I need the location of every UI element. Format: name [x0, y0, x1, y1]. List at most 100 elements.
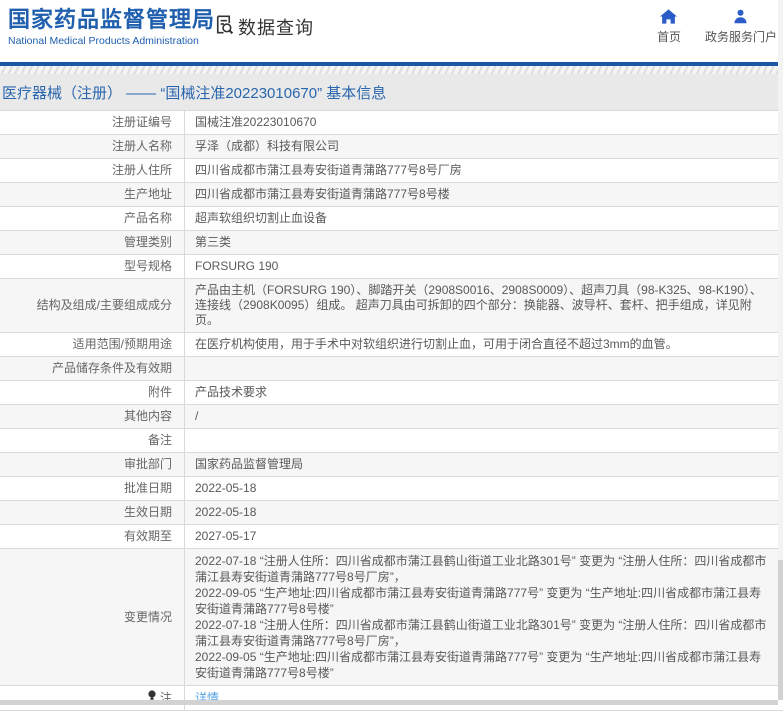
- page-header: 国家药品监督管理局 National Medical Products Admi…: [0, 0, 783, 62]
- row-label: 产品名称: [0, 207, 185, 230]
- table-row: 有效期至 2027-05-17: [0, 525, 783, 549]
- table-row: 产品储存条件及有效期: [0, 357, 783, 381]
- row-label: 变更情况: [0, 549, 185, 685]
- row-value-text: FORSURG 190: [195, 259, 279, 273]
- table-row: 备注: [0, 429, 783, 453]
- row-label-text: 生效日期: [123, 505, 172, 519]
- row-value-text: 孚泽（成都）科技有限公司: [195, 139, 340, 153]
- row-value-text: 2022-05-18: [195, 481, 257, 495]
- vertical-scrollbar[interactable]: [778, 0, 783, 700]
- horizontal-scrollbar[interactable]: [0, 700, 778, 705]
- table-row: 生效日期 2022-05-18: [0, 501, 783, 525]
- row-value: 2022-07-18 “注册人住所：四川省成都市蒲江县鹤山街道工业北路301号”…: [185, 549, 783, 685]
- row-label-text: 结构及组成/主要组成成分: [36, 298, 172, 312]
- table-row: 审批部门 国家药品监督管理局: [0, 453, 783, 477]
- row-value: 第三类: [185, 231, 783, 254]
- row-label: 注册人住所: [0, 159, 185, 182]
- row-label-text: 变更情况: [123, 609, 172, 624]
- row-value: 四川省成都市蒲江县寿安街道青蒲路777号8号楼: [185, 183, 783, 206]
- nmpa-logo[interactable]: 国家药品监督管理局 National Medical Products Admi…: [8, 7, 215, 47]
- row-value: 2022-05-18: [185, 477, 783, 500]
- row-label: 注册证编号: [0, 111, 185, 134]
- row-label: 生效日期: [0, 501, 185, 524]
- row-label: 管理类别: [0, 231, 185, 254]
- table-row: 型号规格 FORSURG 190: [0, 255, 783, 279]
- row-label: 有效期至: [0, 525, 185, 548]
- row-label-text: 其他内容: [123, 409, 172, 423]
- row-label: 型号规格: [0, 255, 185, 278]
- row-label: 其他内容: [0, 405, 185, 428]
- row-value: /: [185, 405, 783, 428]
- row-label: 审批部门: [0, 453, 185, 476]
- breadcrumb: 医疗器械（注册） —— “国械注准20223010670” 基本信息: [0, 74, 783, 110]
- row-label: 产品储存条件及有效期: [0, 357, 185, 380]
- row-value-text: 2022-05-18: [195, 505, 257, 519]
- row-value: 2027-05-17: [185, 525, 783, 548]
- table-row: 结构及组成/主要组成成分 产品由主机（FORSURG 190）、脚踏开关（2908…: [0, 279, 783, 333]
- row-value: 产品技术要求: [185, 381, 783, 404]
- row-value: 产品由主机（FORSURG 190）、脚踏开关（2908S0016、2908S0…: [185, 279, 783, 332]
- row-value-text: 国家药品监督管理局: [195, 457, 304, 471]
- row-label-text: 注册人住所: [111, 163, 172, 177]
- change-record-line: 2022-07-18 “注册人住所：四川省成都市蒲江县鹤山街道工业北路301号”…: [195, 554, 767, 584]
- info-table: 注册证编号 国械注准20223010670 注册人名称 孚泽（成都）科技有限公司 注册人…: [0, 110, 783, 711]
- row-value: 在医疗机构使用，用于手术中对软组织进行切割止血，可用于闭合直径不超过3mm的血管…: [185, 333, 783, 356]
- row-value: 详情: [185, 686, 783, 710]
- row-label-text: 备注: [147, 433, 172, 447]
- data-query-icon: [212, 13, 235, 41]
- table-row: 附件 产品技术要求: [0, 381, 783, 405]
- table-row: 管理类别 第三类: [0, 231, 783, 255]
- org-name: 国家药品监督管理局: [8, 7, 216, 32]
- row-value: [185, 429, 783, 452]
- row-label-text: 注册证编号: [111, 115, 172, 129]
- row-value-text: 国械注准20223010670: [195, 115, 317, 129]
- row-label-text: 型号规格: [123, 259, 172, 273]
- row-label: 适用范围/预期用途: [0, 333, 185, 356]
- row-label-text: 产品名称: [123, 211, 172, 225]
- row-label-text: 注册人名称: [111, 139, 172, 153]
- table-row: 注册证编号 国械注准20223010670: [0, 111, 783, 135]
- row-label: 注: [0, 686, 185, 710]
- row-value-text: 第三类: [195, 235, 232, 249]
- row-value-text: 产品技术要求: [195, 385, 268, 399]
- row-label: 附件: [0, 381, 185, 404]
- table-row: 注册人名称 孚泽（成都）科技有限公司: [0, 135, 783, 159]
- row-label-text: 附件: [147, 385, 172, 399]
- row-value: 国家药品监督管理局: [185, 453, 783, 476]
- table-row: 批准日期 2022-05-18: [0, 477, 783, 501]
- row-value-text: 2027-05-17: [195, 529, 257, 543]
- row-value-text: 四川省成都市蒲江县寿安街道青蒲路777号8号厂房: [195, 163, 462, 177]
- table-row: 生产地址 四川省成都市蒲江县寿安街道青蒲路777号8号楼: [0, 183, 783, 207]
- table-row: 注详情: [0, 686, 783, 711]
- change-record-line: 2022-09-05 “生产地址:四川省成都市蒲江县寿安街道青蒲路777号” 变…: [195, 586, 762, 616]
- row-value-text: /: [195, 409, 199, 423]
- row-value: 孚泽（成都）科技有限公司: [185, 135, 783, 158]
- nav-portal[interactable]: 政务服务门户: [705, 9, 777, 45]
- vertical-scrollbar-thumb[interactable]: [778, 560, 783, 700]
- row-label: 批准日期: [0, 477, 185, 500]
- table-row: 产品名称 超声软组织切割止血设备: [0, 207, 783, 231]
- table-row: 注册人住所 四川省成都市蒲江县寿安街道青蒲路777号8号厂房: [0, 159, 783, 183]
- row-value: 超声软组织切割止血设备: [185, 207, 783, 230]
- row-value: 国械注准20223010670: [185, 111, 783, 134]
- row-value: 2022-05-18: [185, 501, 783, 524]
- row-value: 四川省成都市蒲江县寿安街道青蒲路777号8号厂房: [185, 159, 783, 182]
- row-label: 注册人名称: [0, 135, 185, 158]
- row-value-text: 四川省成都市蒲江县寿安街道青蒲路777号8号楼: [195, 187, 450, 201]
- org-name-en: National Medical Products Administration: [8, 35, 199, 47]
- data-query-label: 数据查询: [238, 18, 314, 38]
- nav-home-label: 首页: [656, 30, 681, 44]
- user-icon: [733, 9, 748, 24]
- row-label: 备注: [0, 429, 185, 452]
- row-label: 结构及组成/主要组成成分: [0, 279, 185, 332]
- row-value: FORSURG 190: [185, 255, 783, 278]
- row-value-text: 产品由主机（FORSURG 190）、脚踏开关（2908S0016、2908S0…: [195, 283, 762, 327]
- change-record-line: 2022-09-05 “生产地址:四川省成都市蒲江县寿安街道青蒲路777号” 变…: [195, 650, 762, 680]
- row-value-text: 超声软组织切割止血设备: [195, 211, 328, 225]
- row-label-text: 批准日期: [123, 481, 172, 495]
- row-label-text: 有效期至: [123, 529, 172, 543]
- row-value-text: 在医疗机构使用，用于手术中对软组织进行切割止血，可用于闭合直径不超过3mm的血管…: [195, 337, 678, 351]
- nav-home[interactable]: 首页: [657, 9, 681, 45]
- row-label-text: 管理类别: [123, 235, 172, 249]
- table-row: 其他内容 /: [0, 405, 783, 429]
